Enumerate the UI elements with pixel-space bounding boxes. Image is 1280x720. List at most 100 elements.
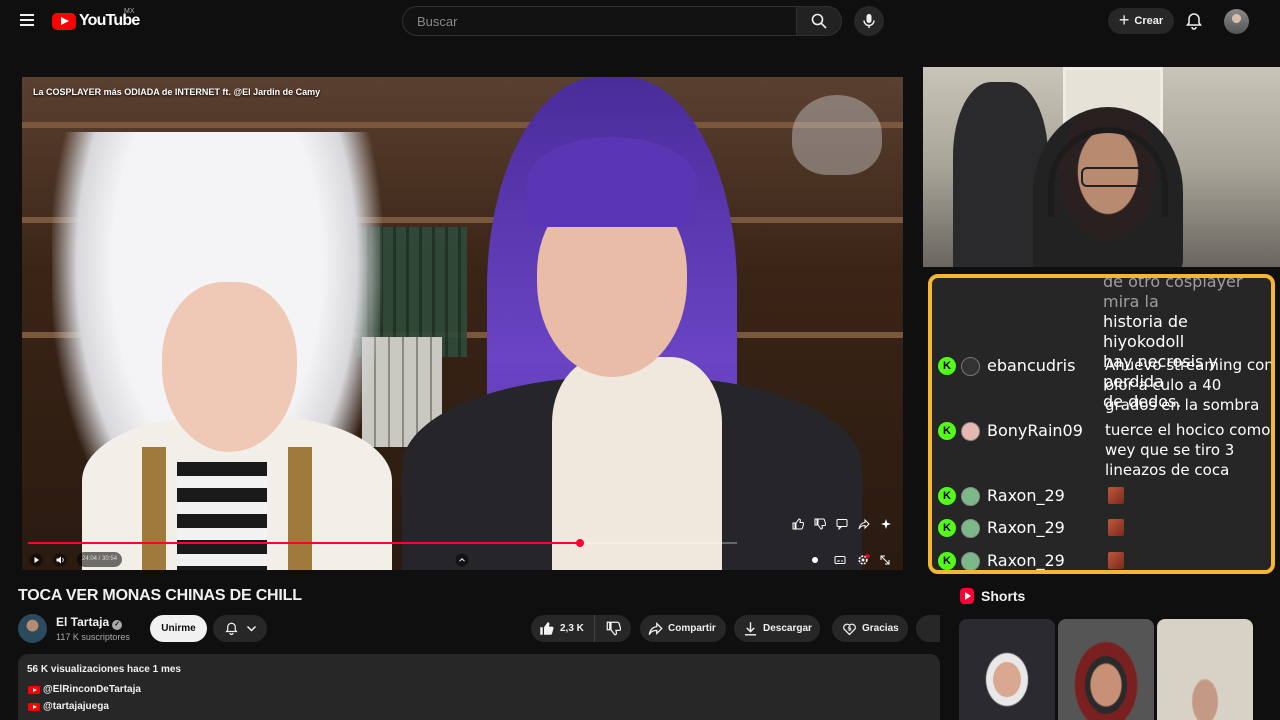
country-code: MX	[124, 8, 135, 15]
emote-icon	[1108, 487, 1124, 504]
search-icon	[811, 13, 827, 29]
streamer-webcam	[923, 67, 1280, 267]
chevron-up-icon[interactable]	[455, 553, 469, 567]
channel-avatar[interactable]	[18, 614, 47, 643]
progress-bar[interactable]	[28, 539, 737, 547]
description-channel-link[interactable]: @tartajajuega	[28, 701, 109, 712]
share-icon	[648, 621, 663, 636]
share-icon[interactable]	[858, 517, 872, 531]
video-title: TOCA VER MONAS CHINAS DE CHILL	[18, 587, 302, 604]
thanks-button[interactable]: $ Gracias	[832, 615, 908, 642]
kick-badge-icon: K	[938, 552, 956, 570]
sparkle-icon[interactable]	[880, 517, 894, 531]
view-count-and-date: 56 K visualizaciones hace 1 mes	[27, 664, 181, 675]
shorts-title: Shorts	[981, 588, 1026, 604]
live-chat-overlay: de otro cosplayer mira la historia de hi…	[928, 274, 1275, 574]
comment-icon[interactable]	[836, 517, 850, 531]
description-box[interactable]: 56 K visualizaciones hace 1 mes @ElRinco…	[18, 654, 940, 720]
cosplayer-left-face	[162, 282, 297, 452]
heart-dollar-icon: $	[843, 623, 856, 636]
kick-badge-icon: K	[938, 519, 956, 537]
cosplayer-right-shirt	[552, 357, 722, 570]
streamer-glasses	[1081, 167, 1161, 187]
subscriber-count: 117 K suscriptores	[56, 632, 130, 642]
link-text: @ElRinconDeTartaja	[43, 684, 141, 695]
chat-username: Raxon_29	[987, 518, 1065, 537]
search-box	[402, 6, 797, 36]
kick-badge-icon: K	[938, 422, 956, 440]
voice-search-button[interactable]	[854, 6, 884, 36]
thumbs-up-icon[interactable]	[792, 517, 806, 531]
short-thumbnail[interactable]	[959, 619, 1055, 720]
chat-username: Raxon_29	[987, 486, 1065, 505]
cosplayer-right-bangs	[527, 137, 697, 227]
top-bar: YouTube MX + Crear	[0, 0, 1280, 42]
chat-text: tuerce el hocico como wey que se tiro 3 …	[1105, 421, 1271, 479]
more-actions-button[interactable]	[916, 615, 940, 642]
short-thumbnail[interactable]	[1157, 619, 1253, 720]
video-frame	[22, 77, 903, 570]
settings-gear-icon[interactable]	[856, 553, 870, 567]
user-avatar	[961, 519, 980, 538]
kick-badge-icon: K	[938, 357, 956, 375]
thumbs-down-icon	[606, 621, 621, 636]
share-label: Compartir	[668, 623, 716, 634]
svg-text:$: $	[847, 626, 851, 633]
share-button[interactable]: Compartir	[640, 615, 726, 642]
chat-text-line: historia de hiyokodoll	[1103, 312, 1188, 351]
user-avatar	[961, 552, 980, 570]
fullscreen-icon[interactable]	[878, 553, 892, 567]
video-player[interactable]: La COSPLAYER más ODIADA de INTERNET ft. …	[22, 77, 903, 570]
account-avatar[interactable]	[1224, 9, 1249, 34]
join-button[interactable]: Unirme	[150, 615, 207, 642]
chat-text-line: de otro cosplayer mira la	[1103, 274, 1243, 311]
subtitles-icon[interactable]	[833, 553, 847, 567]
autoplay-toggle-icon[interactable]	[808, 553, 822, 567]
short-thumbnail[interactable]	[1058, 619, 1154, 720]
chat-username: BonyRain09	[987, 421, 1083, 440]
watermark-logo	[792, 95, 882, 175]
user-avatar	[961, 487, 980, 506]
chat-text: Ahuevo streaming con olor a culo a 40 gr…	[1105, 356, 1274, 414]
youtube-icon	[28, 702, 40, 711]
dislike-button[interactable]	[595, 615, 631, 642]
link-text: @tartajajuega	[43, 701, 109, 712]
subscribed-notifications-button[interactable]	[213, 615, 267, 642]
microphone-icon	[863, 14, 875, 28]
channel-name: El Tartaja	[56, 615, 110, 629]
emote-icon	[1108, 552, 1124, 569]
play-icon[interactable]	[29, 553, 43, 567]
kick-badge-icon: K	[938, 487, 956, 505]
user-avatar	[961, 422, 980, 441]
search-button[interactable]	[796, 6, 842, 36]
like-button[interactable]: 2,3 K	[531, 615, 595, 642]
download-button[interactable]: Descargar	[734, 615, 820, 642]
chevron-down-icon	[246, 625, 256, 632]
thumbs-down-icon[interactable]	[814, 517, 828, 531]
menu-icon[interactable]	[16, 11, 38, 31]
emote-icon	[1108, 519, 1124, 536]
youtube-icon	[28, 685, 40, 694]
description-channel-link[interactable]: @ElRinconDeTartaja	[28, 684, 141, 695]
thumbs-up-icon	[540, 622, 554, 635]
channel-name-link[interactable]: El Tartaja ✓	[56, 615, 123, 630]
volume-icon[interactable]	[53, 553, 67, 567]
notifications-bell-icon[interactable]	[1184, 11, 1204, 31]
plus-icon: +	[1118, 10, 1130, 30]
shorts-header: Shorts	[960, 588, 1025, 604]
youtube-logo[interactable]: YouTube MX	[52, 8, 140, 30]
youtube-play-icon	[52, 12, 76, 30]
time-display: 24:04 / 30:54	[77, 552, 123, 567]
progress-played	[28, 542, 581, 544]
chat-username: ebancudris	[987, 356, 1076, 375]
player-controls: 24:04 / 30:54	[22, 549, 903, 570]
shorts-icon	[960, 588, 974, 604]
like-dislike-group: 2,3 K	[531, 615, 631, 642]
like-count: 2,3 K	[560, 623, 584, 634]
search-input[interactable]	[403, 7, 797, 35]
shelf-decor	[22, 122, 903, 128]
chat-username: Raxon_29	[987, 551, 1065, 570]
create-button[interactable]: + Crear	[1108, 8, 1174, 34]
thanks-label: Gracias	[862, 623, 899, 634]
verified-check-icon: ✓	[112, 620, 123, 630]
